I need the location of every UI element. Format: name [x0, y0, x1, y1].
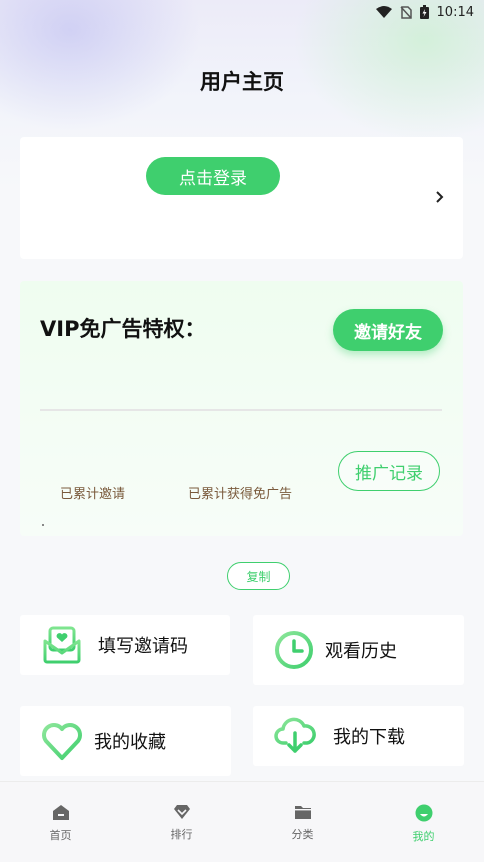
nav-item-home[interactable]: 首页: [21, 782, 101, 843]
enter-invite-code-card[interactable]: 填写邀请码: [20, 615, 230, 675]
cloud-download-icon: [274, 717, 316, 753]
battery-icon: [419, 5, 429, 19]
my-favorites-label: 我的收藏: [94, 732, 166, 753]
my-downloads-card[interactable]: 我的下载: [253, 706, 464, 766]
home-icon: [52, 805, 69, 820]
user-home-screen: 10:14 用户主页 点击登录 VIP免广告特权： 邀请好友 推广记录 已累计邀…: [0, 0, 484, 862]
status-bar: 10:14: [0, 0, 484, 24]
nav-item-ranking[interactable]: 排行: [142, 782, 222, 842]
folder-icon: [294, 806, 311, 819]
login-card[interactable]: 点击登录: [20, 137, 463, 259]
sim-signal-icon: [399, 5, 412, 19]
vip-title: VIP免广告特权：: [40, 317, 206, 341]
clock-icon: [275, 631, 313, 669]
stat-adfree-label: 已累计获得免广告: [188, 487, 293, 502]
nav-item-mine[interactable]: 我的: [384, 782, 464, 844]
my-downloads-label: 我的下载: [333, 727, 405, 748]
nav-label-ranking: 排行: [170, 828, 193, 841]
vip-divider: [40, 409, 442, 411]
copy-button[interactable]: 复制: [227, 562, 290, 590]
page-title: 用户主页: [200, 70, 284, 94]
stat-invited-label: 已累计邀请: [60, 487, 126, 502]
nav-item-category[interactable]: 分类: [263, 782, 343, 842]
profile-icon: [415, 804, 432, 822]
login-button[interactable]: 点击登录: [146, 157, 280, 195]
chevron-right-icon[interactable]: [435, 190, 445, 204]
nav-label-home: 首页: [49, 829, 72, 842]
heart-icon: [42, 723, 82, 760]
vip-privilege-card: VIP免广告特权： 邀请好友 推广记录 已累计邀请 已累计获得免广告: [20, 281, 463, 536]
wifi-icon: [375, 6, 392, 18]
nav-label-mine: 我的: [412, 830, 435, 843]
nav-label-category: 分类: [291, 828, 314, 841]
status-time: 10:14: [436, 4, 474, 20]
ranking-icon: [173, 805, 190, 819]
invite-friends-button[interactable]: 邀请好友: [333, 309, 443, 351]
envelope-heart-icon: [43, 626, 81, 664]
enter-invite-code-label: 填写邀请码: [98, 636, 188, 657]
my-favorites-card[interactable]: 我的收藏: [20, 706, 231, 776]
bottom-navigation: 首页 排行 分类 我的: [0, 781, 484, 862]
promotion-record-button[interactable]: 推广记录: [338, 451, 440, 491]
watch-history-label: 观看历史: [325, 641, 397, 662]
decorative-dot: [42, 524, 44, 526]
watch-history-card[interactable]: 观看历史: [253, 615, 464, 685]
